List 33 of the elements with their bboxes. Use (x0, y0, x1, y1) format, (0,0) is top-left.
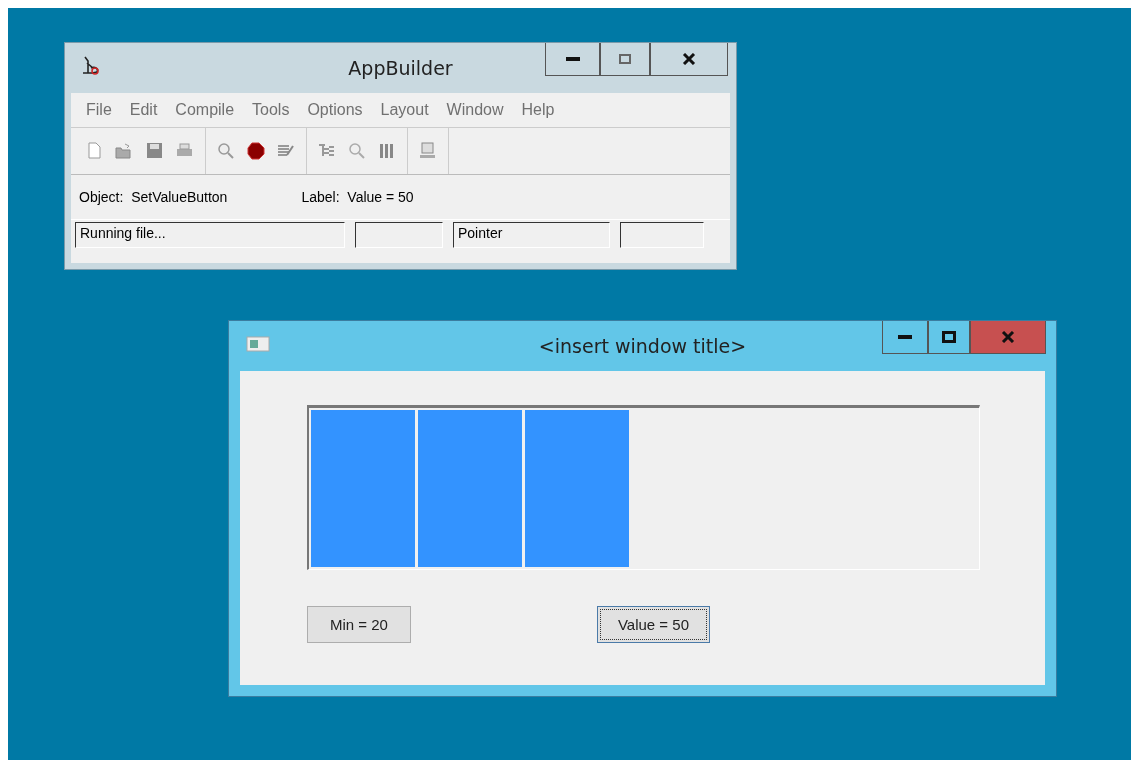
menu-item[interactable]: Edit (120, 101, 167, 119)
minimize-button[interactable] (545, 43, 600, 76)
minimize-button[interactable] (882, 321, 928, 354)
magnifier-icon[interactable] (216, 141, 236, 161)
maximize-button[interactable] (600, 43, 650, 76)
value-button[interactable]: Value = 50 (596, 606, 710, 643)
close-button[interactable] (970, 321, 1046, 354)
value-button[interactable]: Min = 20 (307, 606, 411, 643)
label-text: Label: Value = 50 (301, 189, 414, 205)
computer-icon[interactable] (418, 141, 438, 161)
menu-item[interactable]: Options (298, 101, 372, 119)
stop-icon[interactable] (246, 141, 266, 161)
window-icon (246, 335, 270, 353)
menu-item[interactable]: Compile (166, 101, 244, 119)
menu-item[interactable]: Tools (243, 101, 299, 119)
close-icon (1001, 331, 1015, 343)
menu-item[interactable]: File (77, 101, 121, 119)
search-icon[interactable] (347, 141, 367, 161)
minimize-icon (898, 335, 912, 339)
status-pane: Pointer (453, 222, 610, 248)
maximize-icon (942, 331, 956, 343)
close-button[interactable] (650, 43, 728, 76)
status-pane: Running file... (75, 222, 345, 248)
maximize-icon (619, 54, 631, 64)
window-title: AppBuilder (348, 57, 453, 79)
menu-item[interactable]: Help (512, 101, 564, 119)
window-title: <insert window title> (538, 335, 747, 357)
close-icon (682, 53, 696, 65)
menu-item[interactable]: Layout (371, 101, 438, 119)
minimize-icon (565, 57, 580, 61)
app-builder-icon (81, 55, 101, 77)
object-label: Object: SetValueButton (79, 189, 228, 205)
menu-item[interactable]: Window (437, 101, 513, 119)
